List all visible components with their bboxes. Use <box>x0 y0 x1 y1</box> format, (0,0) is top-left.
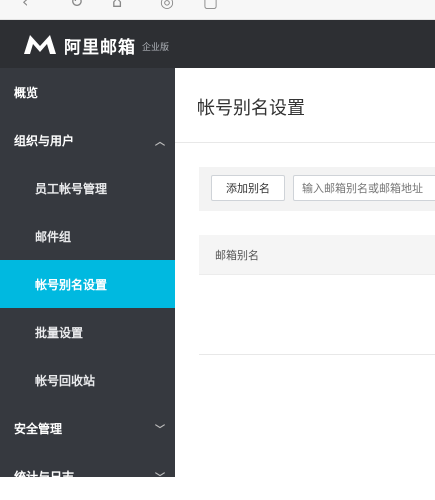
sidebar-item-label: 安全管理 <box>14 421 63 436</box>
sidebar-item-batch-settings[interactable]: 批量设置 <box>0 308 175 356</box>
sidebar-item-label: 概览 <box>14 85 39 100</box>
search-input[interactable] <box>293 175 435 201</box>
chevron-up-icon: ︿ <box>155 136 165 148</box>
sidebar-item-label: 批量设置 <box>35 325 84 340</box>
sidebar-item-label: 邮件组 <box>35 229 72 244</box>
bookmark-icon[interactable]: ▢ <box>203 0 218 10</box>
sidebar-item-alias-settings[interactable]: 帐号别名设置 <box>0 260 175 308</box>
divider <box>199 354 435 355</box>
sidebar-item-label: 统计与日志 <box>14 469 75 484</box>
chevron-down-icon: ﹀ <box>155 424 165 436</box>
main-content: 帐号别名设置 添加别名 邮箱别名 <box>175 68 435 477</box>
sidebar-item-label: 帐号回收站 <box>35 373 96 388</box>
reading-icon[interactable]: ◎ <box>160 0 174 10</box>
sidebar-item-mail-groups[interactable]: 邮件组 <box>0 212 175 260</box>
sidebar-item-security[interactable]: 安全管理 ﹀ <box>0 404 175 452</box>
chevron-down-icon: ﹀ <box>155 472 165 484</box>
sidebar-item-overview[interactable]: 概览 <box>0 68 175 116</box>
divider <box>175 142 435 143</box>
table-header: 邮箱别名 <box>199 235 435 275</box>
sidebar-item-employee-accounts[interactable]: 员工帐号管理 <box>0 164 175 212</box>
edition-label: 企业版 <box>142 43 170 53</box>
action-toolbar: 添加别名 <box>199 167 435 211</box>
top-bar: 阿里邮箱 企业版 <box>0 20 435 68</box>
sidebar-item-label: 员工帐号管理 <box>35 181 108 196</box>
column-header-alias: 邮箱别名 <box>215 248 259 262</box>
refresh-icon[interactable]: ↻ <box>70 0 83 10</box>
sidebar-item-label: 组织与用户 <box>14 133 75 148</box>
sidebar-item-org-users[interactable]: 组织与用户 ︿ <box>0 116 175 164</box>
home-icon[interactable]: ⌂ <box>112 0 122 10</box>
add-alias-button[interactable]: 添加别名 <box>211 175 285 201</box>
browser-toolbar: ‹ ↻ ⌂ ◎ ▢ <box>0 0 435 20</box>
sidebar-item-label: 帐号别名设置 <box>35 277 108 292</box>
brand-name: 阿里邮箱 <box>64 38 136 58</box>
sidebar: 概览 组织与用户 ︿ 员工帐号管理 邮件组 帐号别名设置 批量设置 帐号回收站 … <box>0 68 175 484</box>
back-icon[interactable]: ‹ <box>22 0 28 10</box>
page-title: 帐号别名设置 <box>197 98 305 119</box>
sidebar-item-stats-logs[interactable]: 统计与日志 ﹀ <box>0 452 175 500</box>
logo-icon <box>24 35 56 54</box>
sidebar-item-recycle-bin[interactable]: 帐号回收站 <box>0 356 175 404</box>
